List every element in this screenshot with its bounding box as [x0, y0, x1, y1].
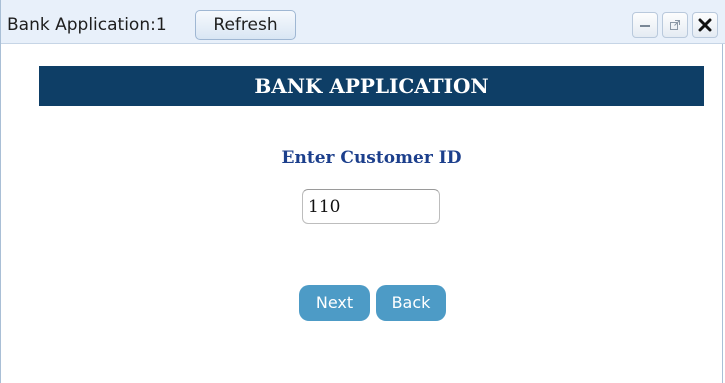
minimize-icon[interactable] [632, 12, 658, 38]
window-title: Bank Application:1 [7, 15, 167, 35]
app-window: Bank Application:1 Refresh BANK APPLICAT… [0, 0, 725, 383]
close-icon[interactable] [692, 12, 718, 38]
refresh-button[interactable]: Refresh [195, 10, 296, 40]
customer-id-input[interactable] [302, 189, 440, 224]
popout-icon[interactable] [662, 12, 688, 38]
back-button[interactable]: Back [376, 285, 446, 321]
next-button[interactable]: Next [299, 285, 370, 321]
customer-id-label: Enter Customer ID [281, 148, 462, 168]
title-bar: Bank Application:1 Refresh [1, 0, 725, 44]
page-title-banner: BANK APPLICATION [39, 66, 704, 106]
